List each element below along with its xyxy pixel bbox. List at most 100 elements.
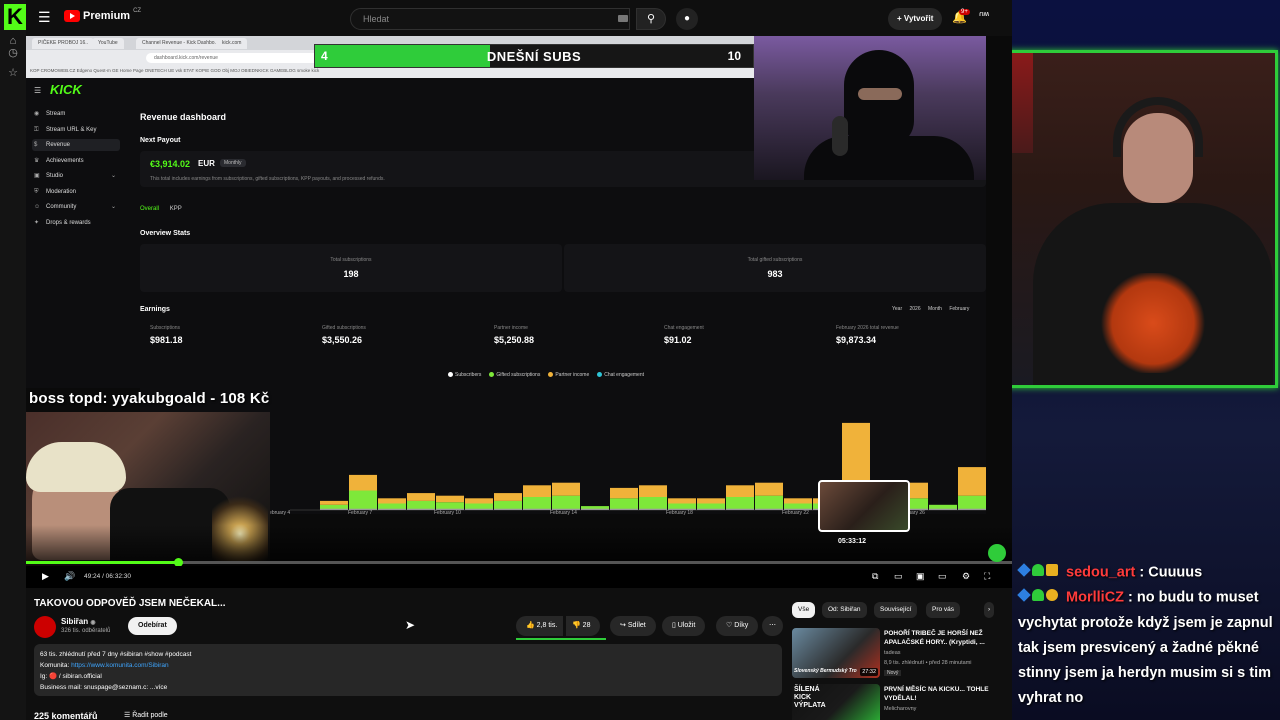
- chart-bar-gifted-subscriptions: [929, 504, 957, 509]
- chart-bar-gifted-subscriptions: [726, 497, 754, 509]
- legend-swatch: [597, 372, 603, 378]
- x-tick-label: February 18: [666, 510, 693, 516]
- x-tick-label: February 22: [782, 510, 809, 516]
- legend-label: Chat engagement: [604, 372, 644, 378]
- chart-bar-gifted-subscriptions: [697, 503, 725, 509]
- sidebar-item-drops-rewards[interactable]: ✦ Drops & rewards: [32, 217, 120, 229]
- chip-for-you[interactable]: Pro vás: [926, 602, 961, 618]
- share-button[interactable]: ↪ Sdílet: [610, 616, 656, 636]
- microphone-button[interactable]: ●: [676, 8, 698, 30]
- kick-logo[interactable]: KICK: [50, 82, 82, 97]
- chart-bar-partner-income: [552, 482, 580, 496]
- tab-kpp[interactable]: KPP: [170, 206, 182, 212]
- theater-icon[interactable]: ▭: [938, 571, 947, 582]
- chip-all[interactable]: Vše: [792, 602, 816, 618]
- earnings-label: Gifted subscriptions: [322, 325, 366, 331]
- youtube-logo[interactable]: Premium CZ: [64, 8, 141, 22]
- chip-from-channel[interactable]: Od: Sibiřan: [822, 602, 867, 618]
- sidebar-item-stream[interactable]: ◉ Stream: [32, 108, 120, 120]
- description-link[interactable]: https://www.komunita.com/Sibiran: [71, 662, 169, 669]
- keyboard-icon[interactable]: [618, 15, 628, 22]
- sidebar-item-moderation[interactable]: ⛨ Moderation: [32, 186, 120, 198]
- browser-tab[interactable]: Channel Revenue - Kick Dashbo...: [136, 38, 225, 49]
- chevron-down-icon[interactable]: ⌄: [111, 201, 116, 213]
- thanks-label: Díky: [734, 622, 749, 629]
- sub-goal-bar: 4 DNEŠNÍ SUBS 10: [314, 44, 754, 68]
- year-select[interactable]: 2026: [910, 306, 921, 312]
- chart-bar-gifted-subscriptions: [465, 503, 493, 509]
- month-select[interactable]: February: [949, 306, 969, 312]
- dollar-icon: $: [34, 142, 38, 148]
- tab-overall[interactable]: Overall: [140, 206, 159, 212]
- recommended-channel: tadeas: [884, 650, 901, 656]
- fullscreen-icon[interactable]: ⛶: [984, 571, 990, 582]
- chevron-down-icon[interactable]: ⌄: [111, 170, 116, 182]
- browser-tab[interactable]: kick.com: [216, 38, 248, 49]
- search-button[interactable]: ⚲: [636, 8, 666, 30]
- kick-logo-icon[interactable]: K: [4, 4, 26, 30]
- video-title: TAKOVOU ODPOVĚĎ JSEM NEČEKAL...: [34, 598, 226, 609]
- chart-bar-partner-income: [523, 485, 551, 497]
- overlay-badge: [988, 544, 1006, 562]
- earnings-stat: February 2026 total revenue $9,873.34: [836, 325, 1006, 345]
- earnings-stat: Partner income $5,250.88: [494, 325, 664, 345]
- chart-bar-partner-income: [378, 498, 406, 504]
- earnings-label: Chat engagement: [664, 325, 704, 331]
- bookmarks-bar[interactable]: KOP CROMOWEB.CZ Edgeno Quest-m GE Home P…: [30, 66, 319, 76]
- plus-icon: +: [897, 14, 904, 23]
- legend-label: Partner income: [555, 372, 590, 378]
- sort-icon: ☰: [124, 712, 133, 719]
- search-input[interactable]: Hledat: [350, 8, 630, 30]
- thanks-button[interactable]: ♡ Díky: [716, 616, 759, 636]
- volume-icon[interactable]: 🔊: [64, 571, 75, 582]
- menu-icon[interactable]: ☰: [38, 10, 52, 24]
- chip-related[interactable]: Související: [874, 602, 918, 618]
- video-duration: 27:32: [860, 668, 878, 676]
- sidebar-item-studio[interactable]: ▣ Studio ⌄: [32, 170, 120, 182]
- clock-icon[interactable]: ◷: [6, 46, 20, 60]
- like-button[interactable]: 👍 2,8 tis.: [516, 616, 564, 636]
- sort-comments-button[interactable]: ☰ Řadit podle: [124, 711, 168, 719]
- dislike-button[interactable]: 👎 28: [566, 616, 601, 636]
- channel-name[interactable]: Sibiřan ◉: [61, 617, 96, 626]
- sub-goal-max: 10: [727, 49, 741, 63]
- sidebar-item-community[interactable]: ☺ Community ⌄: [32, 201, 120, 213]
- description-box[interactable]: 63 tis. zhlédnutí před 7 dny #sibiran #s…: [34, 644, 782, 696]
- sidebar-item-revenue[interactable]: $ Revenue: [32, 139, 120, 151]
- recommended-video[interactable]: ŠÍLENÁ KICK VÝPLATA PRVNÍ MĚSÍC NA KICKU…: [792, 684, 1012, 720]
- browser-tab[interactable]: YouTube: [92, 38, 124, 49]
- avatar[interactable]: ɾıʍ: [979, 11, 995, 23]
- dashboard-tabs: Overall KPP: [140, 206, 191, 212]
- description-line: Komunita: https://www.komunita.com/Sibir…: [40, 660, 776, 671]
- autoplay-icon[interactable]: ⧉: [872, 571, 878, 582]
- payout-currency: EUR: [198, 159, 215, 168]
- host-webcam: [1012, 50, 1278, 388]
- chat-overlay: sedou_art : Cuuuus MorlliCZ : no budu to…: [1012, 560, 1280, 711]
- menu-icon[interactable]: ☰: [34, 86, 41, 95]
- watch-metadata: TAKOVOU ODPOVĚĎ JSEM NEČEKAL... Sibiřan …: [26, 588, 1012, 720]
- save-button[interactable]: ▯ Uložit: [662, 616, 706, 636]
- sidebar-item-stream-url-key[interactable]: ⚿ Stream URL & Key: [32, 124, 120, 136]
- more-actions-button[interactable]: ⋯: [762, 616, 783, 636]
- play-icon[interactable]: ▶: [42, 571, 49, 582]
- miniplayer-icon[interactable]: ▣: [916, 571, 925, 582]
- create-button[interactable]: + Vytvořit: [888, 8, 943, 30]
- browser-tab[interactable]: PIČEKE PROBOJ 16..: [32, 38, 95, 49]
- recommended-video[interactable]: Slovenský Bermudský Tro 27:32 POHOŘÍ TRI…: [792, 628, 1012, 680]
- progress-handle[interactable]: [173, 558, 183, 566]
- subscribe-button[interactable]: Odebírat: [128, 617, 177, 635]
- settings-icon[interactable]: ⚙: [962, 571, 970, 582]
- chart-bar-gifted-subscriptions: [494, 500, 522, 509]
- star-icon[interactable]: ☆: [6, 66, 20, 80]
- channel-avatar[interactable]: [34, 616, 56, 638]
- stat-label: Total subscriptions: [330, 257, 372, 263]
- earnings-value: $5,250.88: [494, 335, 535, 345]
- subtitles-icon[interactable]: ▭: [894, 571, 903, 582]
- chevron-right-icon[interactable]: ›: [984, 602, 995, 618]
- dislike-count: 28: [582, 622, 591, 629]
- thumbnail-caption: ŠÍLENÁ KICK VÝPLATA: [794, 686, 826, 709]
- section-heading: Overview Stats: [140, 230, 191, 237]
- like-ratio-bar: [516, 638, 606, 640]
- video-player[interactable]: PIČEKE PROBOJ 16.. YouTube Channel Reven…: [26, 36, 1012, 566]
- sidebar-item-achievements[interactable]: ♛ Achievements: [32, 155, 120, 167]
